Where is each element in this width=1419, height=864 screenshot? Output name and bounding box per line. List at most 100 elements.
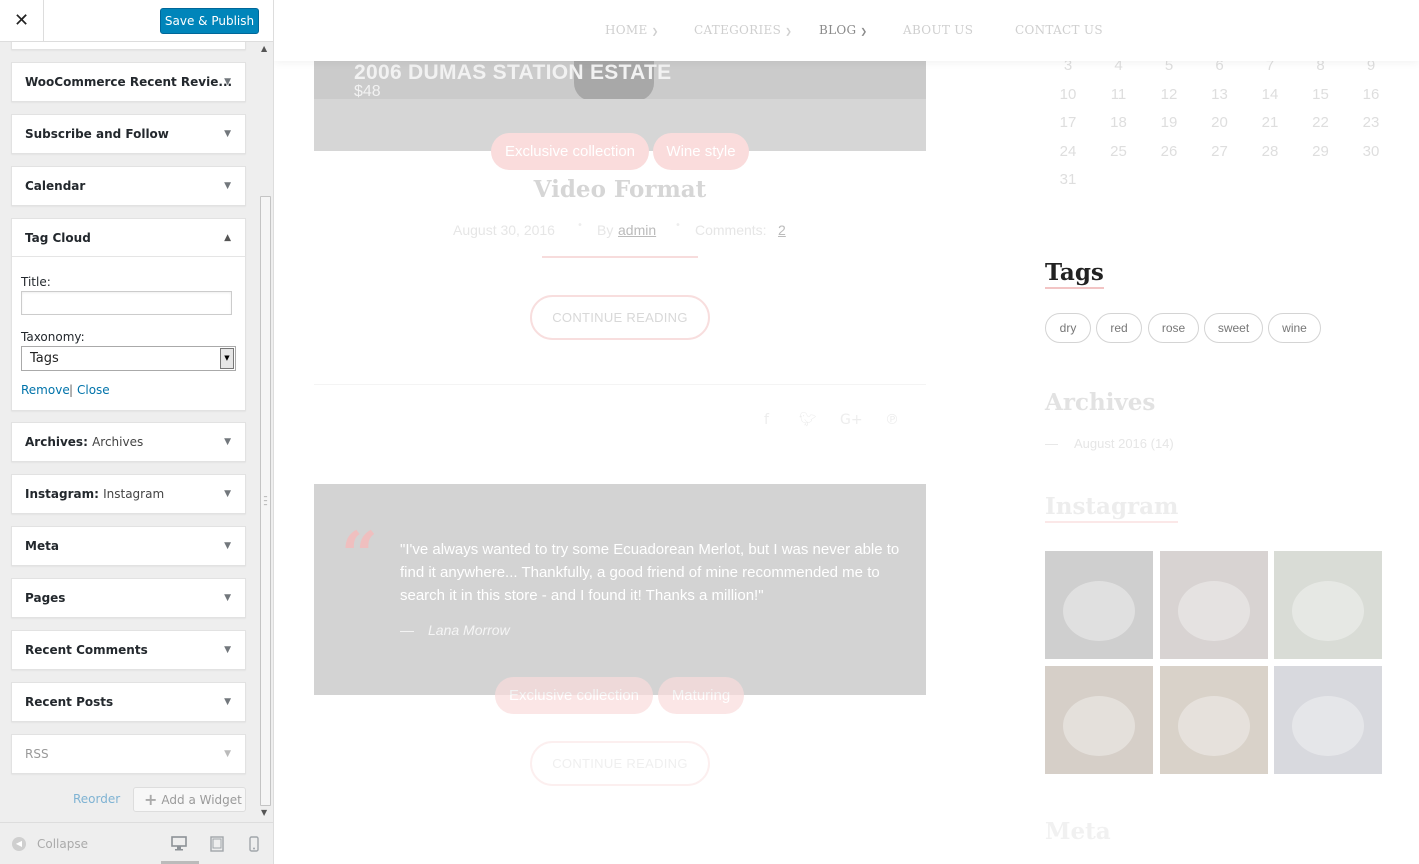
nav-item-home[interactable]: HOME ❯: [605, 23, 659, 37]
close-customizer-button[interactable]: ✕: [0, 0, 44, 42]
widget-subscribe-follow[interactable]: Subscribe and Follow ▼: [11, 114, 246, 154]
nav-item-about-us[interactable]: ABOUT US: [903, 23, 973, 37]
widget-header[interactable]: Recent Posts ▼: [12, 683, 245, 721]
widget-recent-posts[interactable]: Recent Posts ▼: [11, 682, 246, 722]
facebook-icon[interactable]: f: [764, 412, 769, 428]
widget-calendar[interactable]: Calendar ▼: [11, 166, 246, 206]
remove-link[interactable]: Remove: [21, 383, 70, 397]
post-comments-count[interactable]: 2: [778, 222, 786, 238]
collapse-arrow-icon[interactable]: ▲: [224, 219, 231, 256]
widget-rss[interactable]: RSS ▼: [11, 734, 246, 774]
instagram-photo[interactable]: [1045, 666, 1153, 774]
tag-pill[interactable]: red: [1096, 313, 1142, 343]
widget-header[interactable]: Instagram: Instagram ▼: [12, 475, 245, 513]
post-category-tag[interactable]: Exclusive collection: [495, 677, 653, 714]
plus-icon: +: [144, 790, 158, 809]
calendar-day: 12: [1160, 85, 1178, 103]
expand-arrow-icon[interactable]: ▼: [224, 167, 231, 205]
collapse-button[interactable]: Collapse: [37, 837, 88, 851]
expand-arrow-icon[interactable]: ▼: [224, 475, 231, 513]
widget-header[interactable]: Calendar ▼: [12, 167, 245, 205]
widget-woocommerce-recent-reviews[interactable]: WooCommerce Recent Revie... ▼: [11, 62, 246, 102]
post-category-tag[interactable]: Wine style: [653, 133, 749, 170]
close-link[interactable]: Close: [77, 383, 110, 397]
continue-reading-button[interactable]: CONTINUE READING: [530, 741, 710, 786]
widget-header[interactable]: WooCommerce Recent Revie... ▼: [12, 63, 245, 101]
scroll-down-arrow-icon[interactable]: ▼: [261, 808, 267, 817]
widget-header[interactable]: Tag Cloud ▲: [12, 219, 245, 257]
title-label: Title:: [21, 275, 51, 289]
desktop-preview-icon[interactable]: [171, 836, 187, 855]
scroll-up-arrow-icon[interactable]: ▲: [261, 44, 267, 53]
instagram-photo[interactable]: [1274, 551, 1382, 659]
post-category-tag[interactable]: Exclusive collection: [491, 133, 649, 170]
widget-header[interactable]: RSS ▼: [12, 735, 245, 773]
post-category-tag[interactable]: Maturing: [658, 677, 744, 714]
calendar-day: 25: [1110, 142, 1127, 160]
expand-arrow-icon[interactable]: ▼: [224, 423, 231, 461]
continue-reading-button[interactable]: CONTINUE READING: [530, 295, 710, 340]
instagram-photo[interactable]: [1045, 551, 1153, 659]
mobile-preview-icon[interactable]: [249, 836, 259, 856]
widget-pages[interactable]: Pages ▼: [11, 578, 246, 618]
meta-separator: •: [675, 220, 681, 231]
widget-title: RSS: [25, 747, 49, 761]
widget-header[interactable]: Meta ▼: [12, 527, 245, 565]
dropdown-arrow-icon[interactable]: ▼: [220, 348, 234, 369]
instagram-photo[interactable]: [1274, 666, 1382, 774]
instagram-photo[interactable]: [1159, 551, 1268, 659]
expand-arrow-icon[interactable]: ▼: [224, 63, 231, 101]
reorder-link[interactable]: Reorder: [73, 792, 120, 806]
instagram-photo[interactable]: [1159, 666, 1268, 774]
widget-header[interactable]: Subscribe and Follow ▼: [12, 115, 245, 153]
customizer-sidebar: ✕ Save & Publish WooCommerce Recent Revi…: [0, 0, 274, 864]
twitter-icon[interactable]: 🐦︎: [799, 412, 817, 428]
widget-title: Archives:: [25, 435, 88, 449]
widget-header[interactable]: Recent Comments ▼: [12, 631, 245, 669]
sidebar-scrollbar[interactable]: ▲ – – – ▼: [258, 42, 273, 822]
calendar-day: 11: [1110, 85, 1127, 103]
widget-tag-cloud[interactable]: Tag Cloud ▲ Title: Taxonomy: Tags ▼ Remo…: [11, 218, 246, 411]
tag-pill[interactable]: dry: [1045, 313, 1091, 343]
archive-link[interactable]: — August 2016 (14): [1045, 436, 1174, 451]
tag-pill[interactable]: rose: [1148, 313, 1199, 343]
tablet-preview-icon[interactable]: [210, 836, 224, 856]
collapse-arrow-icon[interactable]: ◀: [12, 837, 26, 851]
widget-subtitle: Archives: [92, 435, 144, 449]
widget-archives[interactable]: Archives: Archives ▼: [11, 422, 246, 462]
save-publish-button[interactable]: Save & Publish: [160, 8, 259, 34]
chevron-down-icon: ❯: [651, 27, 659, 36]
widget-list[interactable]: WooCommerce Recent Revie... ▼ Subscribe …: [0, 42, 258, 822]
widget-meta[interactable]: Meta ▼: [11, 526, 246, 566]
expand-arrow-icon[interactable]: ▼: [224, 735, 231, 773]
nav-item-categories[interactable]: CATEGORIES ❯: [694, 23, 792, 37]
scrollbar-thumb[interactable]: – – –: [260, 196, 271, 806]
quote-icon: “: [341, 518, 378, 593]
tag-pill[interactable]: wine: [1268, 313, 1321, 343]
widget-recent-comments[interactable]: Recent Comments ▼: [11, 630, 246, 670]
site-preview[interactable]: 3 4 5 6 7 8 9 10 11 12 13 14 15 16 17 18 19 20 21 22 23 24 25 2…: [274, 0, 1419, 864]
widget-header[interactable]: Pages ▼: [12, 579, 245, 617]
post-title[interactable]: Video Format: [314, 176, 926, 203]
title-input[interactable]: [21, 291, 232, 315]
widget-instagram[interactable]: Instagram: Instagram ▼: [11, 474, 246, 514]
widget-header[interactable]: Archives: Archives ▼: [12, 423, 245, 461]
post-author-link[interactable]: admin: [618, 222, 656, 238]
widget-title: Calendar: [25, 179, 86, 193]
taxonomy-select[interactable]: Tags ▼: [21, 346, 236, 371]
nav-item-blog[interactable]: BLOG ❯: [819, 23, 867, 37]
google-plus-icon[interactable]: G+: [840, 412, 863, 428]
quote-post[interactable]: “ "I've always wanted to try some Ecuado…: [314, 484, 926, 695]
tag-pill[interactable]: sweet: [1204, 313, 1263, 343]
add-widget-button[interactable]: + Add a Widget: [133, 787, 246, 812]
pinterest-icon[interactable]: ℗: [885, 412, 899, 428]
add-widget-label: Add a Widget: [161, 793, 242, 807]
nav-item-contact-us[interactable]: CONTACT US: [1015, 23, 1103, 37]
link-separator: |: [69, 383, 74, 397]
expand-arrow-icon[interactable]: ▼: [224, 683, 231, 721]
title-underline: [542, 256, 698, 258]
expand-arrow-icon[interactable]: ▼: [224, 631, 231, 669]
expand-arrow-icon[interactable]: ▼: [224, 115, 231, 153]
expand-arrow-icon[interactable]: ▼: [224, 527, 231, 565]
expand-arrow-icon[interactable]: ▼: [224, 579, 231, 617]
